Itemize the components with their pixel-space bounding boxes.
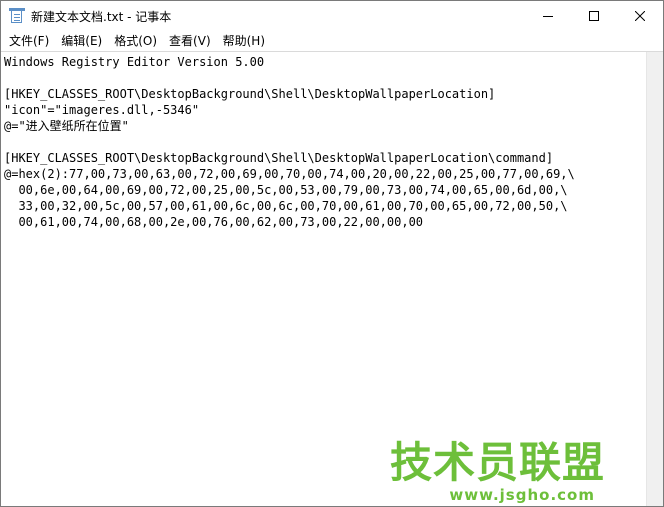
text-line: @="进入壁纸所在位置": [4, 119, 129, 133]
text-line: 33,00,32,00,5c,00,57,00,61,00,6c,00,6c,0…: [4, 199, 568, 213]
notepad-window: 新建文本文档.txt - 记事本 文件(F) 编辑(E) 格式(O) 查看(V)…: [0, 0, 664, 507]
maximize-icon: [589, 11, 599, 21]
menu-view[interactable]: 查看(V): [163, 31, 217, 51]
maximize-button[interactable]: [571, 1, 617, 31]
minimize-icon: [543, 16, 553, 17]
text-line: [HKEY_CLASSES_ROOT\DesktopBackground\She…: [4, 87, 496, 101]
menu-format[interactable]: 格式(O): [108, 31, 163, 51]
menu-help[interactable]: 帮助(H): [217, 31, 271, 51]
close-icon: [635, 11, 645, 21]
minimize-button[interactable]: [525, 1, 571, 31]
menu-bar: 文件(F) 编辑(E) 格式(O) 查看(V) 帮助(H): [1, 31, 663, 52]
watermark-title: 技术员联盟: [389, 438, 605, 487]
window-title: 新建文本文档.txt - 记事本: [31, 9, 172, 24]
text-line: @=hex(2):77,00,73,00,63,00,72,00,69,00,7…: [4, 167, 575, 181]
vertical-scrollbar[interactable]: [646, 52, 663, 506]
text-line: 00,6e,00,64,00,69,00,72,00,25,00,5c,00,5…: [4, 183, 568, 197]
title-bar[interactable]: 新建文本文档.txt - 记事本: [1, 1, 663, 31]
menu-edit[interactable]: 编辑(E): [55, 31, 108, 51]
text-line: [4, 134, 646, 150]
text-line: 00,61,00,74,00,68,00,2e,00,76,00,62,00,7…: [4, 215, 424, 229]
text-line: [4, 70, 646, 86]
notepad-icon: [9, 8, 25, 24]
text-line: Windows Registry Editor Version 5.00: [4, 55, 265, 69]
watermark-logo: 技术员联盟 www.jsgho.com: [390, 440, 645, 505]
text-line: "icon"="imageres.dll,-5346": [4, 103, 200, 117]
close-button[interactable]: [617, 1, 663, 31]
menu-file[interactable]: 文件(F): [3, 31, 55, 51]
text-line: [HKEY_CLASSES_ROOT\DesktopBackground\She…: [4, 151, 554, 165]
window-controls: [525, 1, 663, 31]
watermark-url: www.jsgho.com: [449, 486, 595, 504]
